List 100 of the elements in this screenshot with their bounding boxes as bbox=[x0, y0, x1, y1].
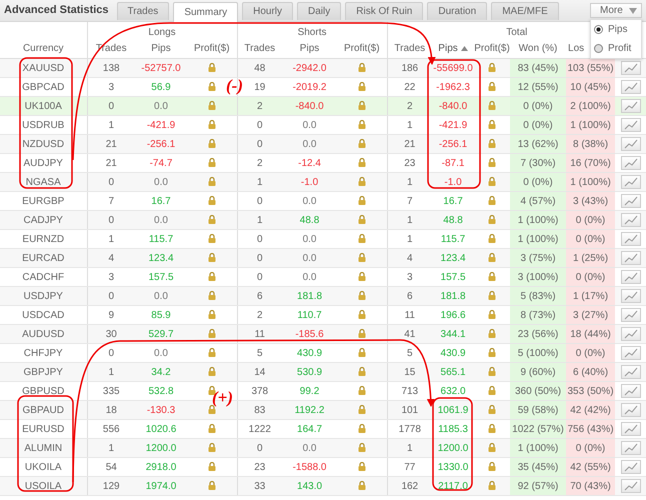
table-row[interactable]: NZDUSD 21 -256.1 0 0.0 21 -256.1 13 (62%) 8 (38%) bbox=[0, 134, 646, 154]
column-header[interactable]: Pips bbox=[151, 42, 171, 54]
chart-button[interactable] bbox=[620, 346, 641, 360]
column-header[interactable]: Profit($) bbox=[344, 42, 380, 54]
chart-button[interactable] bbox=[620, 232, 641, 246]
chart-button[interactable] bbox=[620, 137, 641, 151]
table-row[interactable]: EURCAD 4 123.4 0 0.0 4 123.4 3 (75%) 1 (25%) bbox=[0, 248, 646, 268]
tab[interactable]: Risk Of Ruin bbox=[345, 2, 424, 20]
lock-icon bbox=[208, 101, 216, 110]
radio-option[interactable]: Pips bbox=[594, 24, 638, 35]
pips-cell: -1.0 bbox=[300, 176, 318, 188]
chart-button[interactable] bbox=[620, 441, 641, 455]
chart-button[interactable] bbox=[620, 384, 641, 398]
won-cell: 59 (58%) bbox=[510, 400, 566, 420]
pips-cell: 0.0 bbox=[154, 176, 168, 188]
won-cell: 92 (57%) bbox=[510, 476, 566, 496]
chart-button[interactable] bbox=[620, 80, 641, 94]
lock-icon bbox=[208, 63, 216, 72]
tab[interactable]: Summary bbox=[173, 2, 238, 22]
lock-icon bbox=[208, 139, 216, 148]
pips-cell: -185.6 bbox=[295, 328, 324, 340]
chart-button[interactable] bbox=[620, 175, 641, 189]
table-cell: 0 bbox=[108, 100, 114, 112]
column-header[interactable]: Trades bbox=[244, 42, 276, 54]
table-row[interactable]: AUDUSD 30 529.7 11 -185.6 41 344.1 23 (56%) 18 (44%) bbox=[0, 324, 646, 344]
column-header[interactable]: Pips bbox=[438, 42, 458, 54]
lock-icon bbox=[358, 253, 366, 262]
chart-button[interactable] bbox=[620, 289, 641, 303]
column-header[interactable]: Los bbox=[568, 42, 584, 54]
table-row[interactable]: CADJPY 0 0.0 1 48.8 1 48.8 1 (100%) 0 (0%) bbox=[0, 210, 646, 230]
table-row[interactable]: EURGBP 7 16.7 0 0.0 7 16.7 4 (57%) 3 (43%) bbox=[0, 192, 646, 210]
lock-icon bbox=[488, 101, 496, 110]
chart-button[interactable] bbox=[620, 422, 641, 436]
chart-button[interactable] bbox=[620, 327, 641, 341]
won-cell: 1022 (57%) bbox=[510, 420, 566, 438]
chart-button[interactable] bbox=[620, 99, 641, 113]
table-row[interactable]: USDCAD 9 85.9 2 110.7 11 196.6 8 (73%) 3 (27%) bbox=[0, 306, 646, 324]
tab[interactable]: Trades bbox=[116, 2, 170, 20]
lost-cell: 0 (0%) bbox=[566, 230, 616, 248]
pips-cell: 157.5 bbox=[440, 272, 466, 282]
table-row[interactable]: USDJPY 0 0.0 6 181.8 6 181.8 5 (83%) 1 (17%) bbox=[0, 286, 646, 306]
chart-button[interactable] bbox=[620, 365, 641, 379]
tab[interactable]: Hourly bbox=[242, 2, 294, 20]
won-cell: 1 (100%) bbox=[510, 438, 566, 458]
chart-button[interactable] bbox=[620, 213, 641, 227]
currency-cell: EURCAD bbox=[22, 252, 64, 264]
lost-cell: 1 (25%) bbox=[566, 248, 616, 268]
table-row[interactable]: NGASA 0 0.0 1 -1.0 1 -1.0 0 (0%) 1 (100%) bbox=[0, 172, 646, 192]
chart-button[interactable] bbox=[620, 251, 641, 265]
column-header[interactable]: Trades bbox=[394, 42, 426, 54]
table-row[interactable]: XAUUSD 138 -52757.0 48 -2942.0 186 -55699.0 83 (45%) 103 (55%) bbox=[0, 58, 646, 78]
chart-button[interactable] bbox=[620, 118, 641, 132]
lock-icon bbox=[208, 272, 216, 282]
pips-cell: 99.2 bbox=[300, 386, 320, 396]
table-cell: 0 bbox=[257, 138, 263, 150]
pips-cell: -421.9 bbox=[146, 120, 176, 130]
table-row[interactable]: CHFJPY 0 0.0 5 430.9 5 430.9 5 (100%) 0 (0%) bbox=[0, 344, 646, 362]
chart-button[interactable] bbox=[620, 460, 641, 474]
lock-icon bbox=[208, 348, 216, 358]
pips-cell: 530.9 bbox=[297, 366, 322, 378]
table-row[interactable]: UK100A 0 0.0 2 -840.0 2 -840.0 0 (0%) 2 (100%) bbox=[0, 96, 646, 116]
chart-button[interactable] bbox=[620, 403, 641, 417]
lost-cell: 6 (40%) bbox=[566, 362, 616, 382]
chart-button[interactable] bbox=[620, 308, 641, 322]
currency-cell: CADCHF bbox=[22, 272, 64, 282]
table-row[interactable]: AUDJPY 21 -74.7 2 -12.4 23 -87.1 7 (30%) 16 (70%) bbox=[0, 154, 646, 172]
more-dropdown[interactable]: More bbox=[590, 3, 642, 18]
table-cell: 21 bbox=[106, 138, 117, 150]
column-header[interactable]: Won (%) bbox=[518, 42, 558, 54]
table-row[interactable]: USOILA 129 1974.0 33 143.0 162 2117.0 92 (57%) 70 (43%) bbox=[0, 476, 646, 496]
tab[interactable]: Duration bbox=[427, 2, 488, 20]
table-row[interactable]: ALUMIN 1 1200.0 0 0.0 1 1200.0 1 (100%) 0 (0%) bbox=[0, 438, 646, 458]
chart-button[interactable] bbox=[620, 194, 641, 208]
chart-button[interactable] bbox=[620, 61, 641, 75]
table-cell: 0 bbox=[108, 214, 114, 226]
table-cell: 1 bbox=[108, 120, 114, 130]
table-cell: 2 bbox=[407, 100, 413, 112]
chart-button[interactable] bbox=[620, 479, 641, 493]
lock-icon bbox=[358, 367, 366, 376]
column-header[interactable]: Profit($) bbox=[474, 42, 510, 54]
radio-option[interactable]: Profit bbox=[594, 43, 638, 54]
tab[interactable]: Daily bbox=[297, 2, 342, 20]
table-row[interactable]: USDRUB 1 -421.9 0 0.0 1 -421.9 0 (0%) 1 (100%) bbox=[0, 116, 646, 134]
table-cell: 18 bbox=[106, 404, 117, 416]
column-header[interactable]: Currency bbox=[22, 42, 64, 54]
won-cell: 4 (57%) bbox=[510, 192, 566, 210]
column-header[interactable]: Profit($) bbox=[194, 42, 230, 54]
chart-button[interactable] bbox=[620, 156, 641, 170]
lock-icon bbox=[358, 234, 366, 244]
pips-cell: 0.0 bbox=[302, 120, 316, 130]
table-row[interactable]: GBPJPY 1 34.2 14 530.9 15 565.1 9 (60%) 6 (40%) bbox=[0, 362, 646, 382]
won-cell: 1 (100%) bbox=[510, 230, 566, 248]
pips-cell: 0.0 bbox=[302, 138, 316, 150]
pips-cell: -840.0 bbox=[438, 100, 468, 112]
chart-button[interactable] bbox=[620, 270, 641, 284]
table-cell: 11 bbox=[254, 328, 265, 340]
tab[interactable]: MAE/MFE bbox=[491, 2, 559, 20]
won-cell: 0 (0%) bbox=[510, 116, 566, 134]
table-cell: 41 bbox=[404, 328, 416, 340]
column-header[interactable]: Pips bbox=[300, 42, 320, 54]
